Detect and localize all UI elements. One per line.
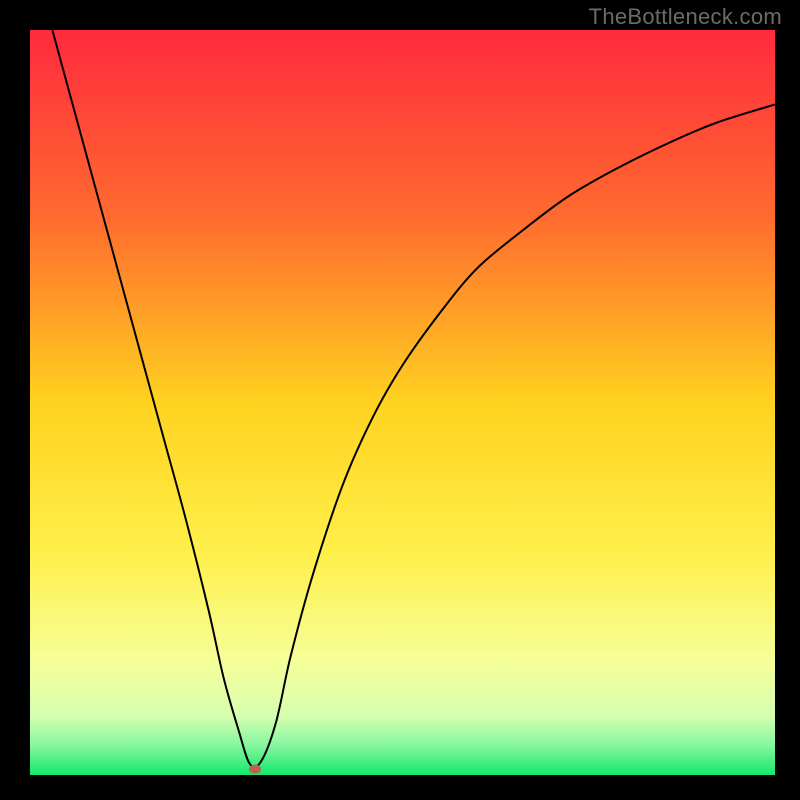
plot-area [30,30,775,775]
optimal-point-marker [249,765,261,774]
watermark-text: TheBottleneck.com [589,4,782,30]
chart-frame: TheBottleneck.com [0,0,800,800]
gradient-background [30,30,775,775]
chart-svg [30,30,775,775]
